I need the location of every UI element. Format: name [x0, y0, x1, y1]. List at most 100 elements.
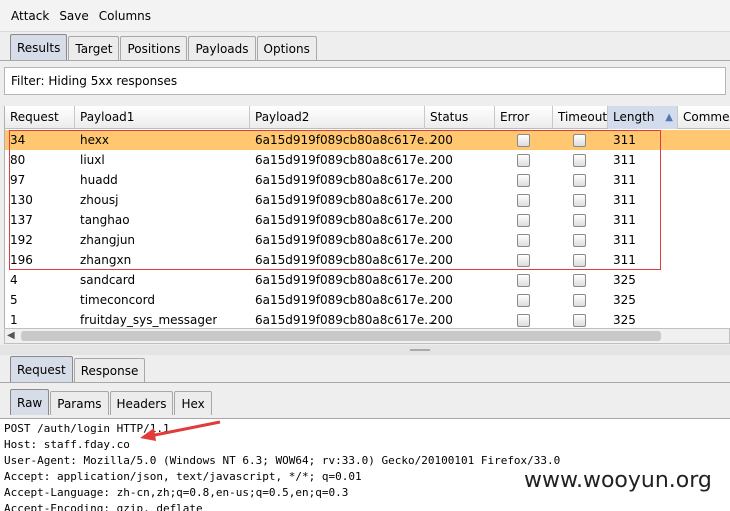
cell-length: 311 — [613, 153, 636, 167]
cell-payload2: 6a15d919f089cb80a8c617e... — [255, 193, 436, 207]
table-row[interactable]: 130 zhousj 6a15d919f089cb80a8c617e... 200 31… — [5, 190, 730, 210]
col-payload2[interactable]: Payload2 — [250, 106, 425, 129]
col-status[interactable]: Status — [425, 106, 495, 129]
error-checkbox[interactable] — [517, 254, 530, 267]
view-tabs: Raw Params Headers Hex — [10, 389, 213, 415]
timeout-checkbox[interactable] — [573, 134, 586, 147]
scrollbar-thumb[interactable] — [21, 331, 661, 341]
cell-request: 137 — [10, 213, 33, 227]
cell-status: 200 — [430, 233, 453, 247]
scroll-left-icon[interactable]: ◀ — [7, 330, 15, 341]
timeout-checkbox[interactable] — [573, 254, 586, 267]
cell-length: 325 — [613, 293, 636, 307]
timeout-checkbox[interactable] — [573, 234, 586, 247]
cell-status: 200 — [430, 273, 453, 287]
error-checkbox[interactable] — [517, 274, 530, 287]
timeout-checkbox[interactable] — [573, 174, 586, 187]
table-row[interactable]: 1 fruitday_sys_messager 6a15d919f089cb80a8… — [5, 310, 730, 328]
cell-status: 200 — [430, 293, 453, 307]
col-payload1[interactable]: Payload1 — [75, 106, 250, 129]
error-checkbox[interactable] — [517, 134, 530, 147]
cell-payload1: sandcard — [80, 273, 136, 287]
col-request[interactable]: Request — [5, 106, 75, 129]
cell-payload1: zhangxn — [80, 253, 132, 267]
table-row[interactable]: 137 tanghao 6a15d919f089cb80a8c617e... 200 3… — [5, 210, 730, 230]
results-table: Request Payload1 Payload2 Status Error T… — [4, 106, 730, 328]
col-timeout[interactable]: Timeout — [553, 106, 608, 129]
cell-payload2: 6a15d919f089cb80a8c617e... — [255, 273, 436, 287]
timeout-checkbox[interactable] — [573, 154, 586, 167]
tab-params[interactable]: Params — [50, 391, 109, 415]
table-row[interactable]: 80 liuxl 6a15d919f089cb80a8c617e... 200 311 — [5, 150, 730, 170]
cell-payload2: 6a15d919f089cb80a8c617e... — [255, 213, 436, 227]
tab-target[interactable]: Target — [68, 36, 120, 60]
timeout-checkbox[interactable] — [573, 294, 586, 307]
error-checkbox[interactable] — [517, 234, 530, 247]
tab-headers[interactable]: Headers — [109, 391, 174, 415]
request-response-tabs: Request Response — [10, 356, 146, 382]
error-checkbox[interactable] — [517, 294, 530, 307]
tab-raw[interactable]: Raw — [10, 389, 50, 415]
cell-payload1: timeconcord — [80, 293, 155, 307]
timeout-checkbox[interactable] — [573, 194, 586, 207]
cell-length: 325 — [613, 313, 636, 327]
raw-line: Host: staff.fday.co — [4, 438, 130, 451]
col-error[interactable]: Error — [495, 106, 553, 129]
timeout-checkbox[interactable] — [573, 274, 586, 287]
error-checkbox[interactable] — [517, 154, 530, 167]
table-row[interactable]: 196 zhangxn 6a15d919f089cb80a8c617e... 200 3… — [5, 250, 730, 270]
table-row[interactable]: 4 sandcard 6a15d919f089cb80a8c617e... 200 32… — [5, 270, 730, 290]
tab-positions[interactable]: Positions — [120, 36, 188, 60]
cell-payload1: hexx — [80, 133, 109, 147]
cell-length: 311 — [613, 253, 636, 267]
timeout-checkbox[interactable] — [573, 214, 586, 227]
menu-columns[interactable]: Columns — [99, 9, 151, 23]
cell-payload1: fruitday_sys_messager — [80, 313, 218, 327]
tab-options[interactable]: Options — [256, 36, 317, 60]
horizontal-scrollbar[interactable]: ◀ — [4, 328, 730, 344]
cell-length: 311 — [613, 133, 636, 147]
tabs-divider — [0, 60, 730, 61]
cell-status: 200 — [430, 313, 453, 327]
tab-hex[interactable]: Hex — [174, 391, 212, 415]
filter-bar[interactable]: Filter: Hiding 5xx responses — [4, 67, 726, 95]
menu-save[interactable]: Save — [59, 9, 88, 23]
cell-request: 97 — [10, 173, 26, 187]
cell-length: 311 — [613, 193, 636, 207]
tab-request[interactable]: Request — [10, 356, 73, 382]
cell-status: 200 — [430, 173, 453, 187]
splitter-grip-icon[interactable] — [410, 349, 430, 351]
col-length[interactable]: Length ▲ — [608, 106, 678, 129]
col-comment[interactable]: Commen — [678, 106, 730, 129]
error-checkbox[interactable] — [517, 194, 530, 207]
raw-line: POST /auth/login HTTP/1.1 — [4, 422, 170, 435]
menu-bar: Attack Save Columns — [0, 0, 730, 32]
cell-payload2: 6a15d919f089cb80a8c617e... — [255, 313, 436, 327]
cell-status: 200 — [430, 193, 453, 207]
table-row[interactable]: 5 timeconcord 6a15d919f089cb80a8c617e... 20… — [5, 290, 730, 310]
error-checkbox[interactable] — [517, 314, 530, 327]
menu-attack[interactable]: Attack — [11, 9, 49, 23]
raw-request-editor[interactable]: POST /auth/login HTTP/1.1 Host: staff.fda… — [0, 418, 730, 511]
tab-response[interactable]: Response — [73, 358, 146, 382]
cell-length: 311 — [613, 213, 636, 227]
pane-splitter[interactable] — [0, 345, 730, 355]
cell-payload2: 6a15d919f089cb80a8c617e... — [255, 293, 436, 307]
timeout-checkbox[interactable] — [573, 314, 586, 327]
error-checkbox[interactable] — [517, 214, 530, 227]
cell-payload1: huadd — [80, 173, 118, 187]
table-row[interactable]: 97 huadd 6a15d919f089cb80a8c617e... 200 311 — [5, 170, 730, 190]
cell-status: 200 — [430, 133, 453, 147]
cell-status: 200 — [430, 213, 453, 227]
col-length-label: Length — [613, 110, 655, 124]
error-checkbox[interactable] — [517, 174, 530, 187]
table-header: Request Payload1 Payload2 Status Error T… — [5, 106, 730, 129]
table-row[interactable]: 192 zhangjun 6a15d919f089cb80a8c617e... 200… — [5, 230, 730, 250]
cell-payload2: 6a15d919f089cb80a8c617e... — [255, 173, 436, 187]
tab-results[interactable]: Results — [10, 34, 68, 60]
main-tabs: Results Target Positions Payloads Option… — [10, 34, 318, 60]
tab-payloads[interactable]: Payloads — [188, 36, 256, 60]
table-row[interactable]: 34 hexx 6a15d919f089cb80a8c617e... 200 311 — [5, 130, 730, 150]
raw-line: User-Agent: Mozilla/5.0 (Windows NT 6.3;… — [4, 454, 561, 467]
cell-request: 196 — [10, 253, 33, 267]
